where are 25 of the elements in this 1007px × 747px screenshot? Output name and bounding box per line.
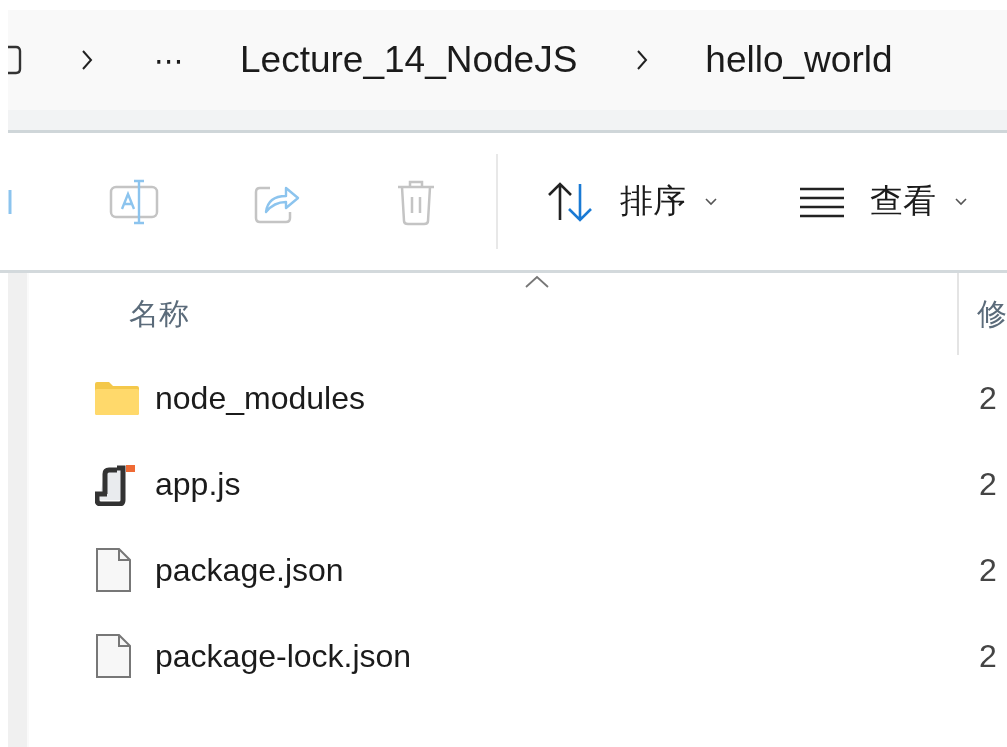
folder-icon xyxy=(95,381,139,415)
chevron-right-icon xyxy=(80,48,94,72)
file-icon xyxy=(95,633,133,679)
chevron-down-icon xyxy=(704,196,718,207)
file-name[interactable]: node_modules xyxy=(155,379,979,417)
breadcrumb-item[interactable]: Lecture_14_NodeJS xyxy=(240,39,578,81)
file-icon xyxy=(95,547,133,593)
more-button[interactable]: ⋯ xyxy=(154,42,184,78)
device-icon[interactable] xyxy=(8,45,22,75)
menu-icon xyxy=(798,185,846,218)
column-header[interactable]: 名称 xyxy=(29,273,959,355)
table-cell: 2 xyxy=(979,379,997,417)
column-header[interactable]: 修 xyxy=(959,273,1007,355)
sort-button[interactable]: 排序 xyxy=(546,179,718,224)
table-cell: 2 xyxy=(979,637,997,675)
table-cell: 2 xyxy=(979,551,997,589)
file-name[interactable]: package.json xyxy=(155,551,979,589)
table-cell: 2 xyxy=(979,465,997,503)
file-name[interactable]: package-lock.json xyxy=(155,637,979,675)
view-button[interactable]: 查看 xyxy=(798,179,968,224)
breadcrumb-item[interactable]: hello_world xyxy=(705,39,893,81)
chevron-right-icon xyxy=(635,48,650,72)
chevron-down-icon xyxy=(954,196,968,207)
file-name[interactable]: app.js xyxy=(155,465,979,503)
rename-icon xyxy=(108,177,160,226)
